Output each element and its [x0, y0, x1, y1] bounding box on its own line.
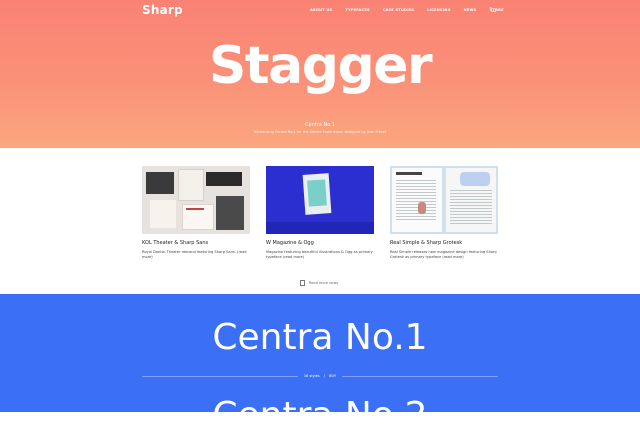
- news-card[interactable]: KOL Theater & Sharp Sans Royal Danish Th…: [142, 166, 250, 260]
- news-title[interactable]: Real Simple & Sharp Grotesk: [390, 240, 498, 246]
- nav-typefaces[interactable]: TYPEFACES: [345, 8, 369, 12]
- news-description: Magazine featuring beautiful illustratio…: [266, 250, 373, 259]
- typeface-name[interactable]: Centra No.1: [0, 316, 640, 360]
- typeface-section: Centra No.1 16 styles / BUY Centra No.2: [0, 294, 640, 436]
- next-typeface-name[interactable]: Centra No.2: [0, 394, 640, 438]
- hero-section: Sharp ABOUT US TYPEFACES CASE STUDIES LI…: [0, 0, 640, 148]
- news-title[interactable]: W Magazine & Ogg: [266, 240, 374, 246]
- main-nav: ABOUT US TYPEFACES CASE STUDIES LICENSIN…: [310, 8, 517, 12]
- news-thumbnail[interactable]: [266, 166, 374, 234]
- nav-about-us[interactable]: ABOUT US: [310, 8, 332, 12]
- styles-count[interactable]: 16 styles: [303, 374, 320, 378]
- news-thumbnail[interactable]: [142, 166, 250, 234]
- document-icon: [300, 280, 305, 286]
- buy-link[interactable]: BUY: [329, 374, 337, 378]
- news-description: Royal Danish Theater rebrand featuring S…: [142, 250, 247, 259]
- read-more-label[interactable]: Read more news: [309, 281, 338, 285]
- meta-separator: /: [320, 374, 328, 378]
- read-more-news-link[interactable]: Read more news: [300, 280, 338, 286]
- news-section: KOL Theater & Sharp Sans Royal Danish Th…: [0, 148, 640, 294]
- news-thumbnail[interactable]: [390, 166, 498, 234]
- hero-title: Stagger: [208, 36, 433, 96]
- cart-icon[interactable]: [489, 6, 497, 14]
- news-title[interactable]: KOL Theater & Sharp Sans: [142, 240, 250, 246]
- hero-credit: Introducing Centra No.1 for the Centra E…: [253, 130, 387, 134]
- news-card[interactable]: W Magazine & Ogg Magazine featuring beau…: [266, 166, 374, 260]
- hero-font-name: Centra No.1: [305, 122, 335, 128]
- nav-news[interactable]: NEWS: [464, 8, 477, 12]
- logo[interactable]: Sharp: [142, 3, 183, 17]
- nav-licensing[interactable]: LICENSING: [427, 8, 450, 12]
- typeface-meta: 16 styles / BUY: [0, 374, 640, 378]
- nav-case-studies[interactable]: CASE STUDIES: [383, 8, 414, 12]
- news-card[interactable]: Real Simple & Sharp Grotesk Real Simple …: [390, 166, 498, 260]
- news-description: Real Simple releases new magazine design…: [390, 250, 497, 259]
